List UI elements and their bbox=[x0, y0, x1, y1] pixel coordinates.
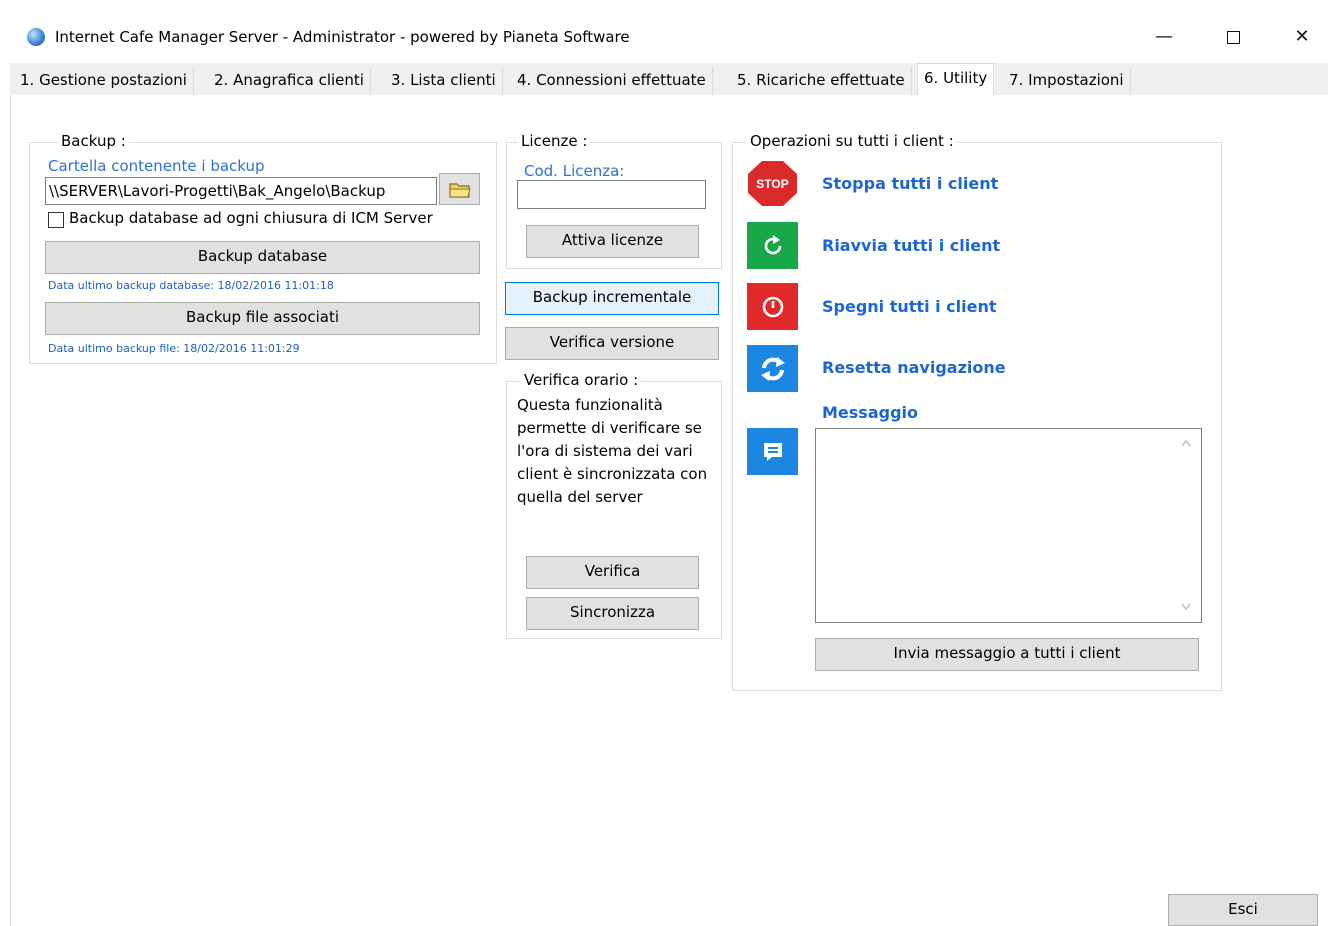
refresh-icon[interactable] bbox=[747, 345, 798, 392]
power-icon[interactable] bbox=[747, 283, 798, 330]
scroll-up-icon bbox=[1181, 439, 1191, 447]
message-scrollbar[interactable] bbox=[1174, 430, 1198, 621]
tab-anagrafica-clienti[interactable]: 2. Anagrafica clienti bbox=[208, 67, 371, 95]
stop-all-clients-link[interactable]: Stoppa tutti i client bbox=[822, 174, 998, 193]
stop-icon-text: STOP bbox=[756, 177, 788, 191]
verifica-orario-title: Verifica orario : bbox=[521, 371, 642, 389]
last-file-backup-text: Data ultimo backup file: 18/02/2016 11:0… bbox=[48, 342, 300, 355]
message-icon bbox=[747, 428, 798, 475]
tab-ricariche-effettuate[interactable]: 5. Ricariche effettuate bbox=[731, 67, 912, 95]
minimize-button[interactable]: — bbox=[1144, 20, 1184, 54]
tab-gestione-postazioni[interactable]: 1. Gestione postazioni bbox=[14, 67, 194, 95]
backup-database-button[interactable]: Backup database bbox=[45, 241, 480, 274]
incremental-backup-button[interactable]: Backup incrementale bbox=[505, 282, 719, 315]
restart-all-clients-link[interactable]: Riavvia tutti i client bbox=[822, 236, 1000, 255]
license-code-input[interactable] bbox=[517, 180, 706, 209]
backup-folder-label: Cartella contenente i backup bbox=[48, 157, 265, 175]
shutdown-all-clients-link[interactable]: Spegni tutti i client bbox=[822, 297, 997, 316]
maximize-icon bbox=[1226, 30, 1240, 44]
verifica-orario-description: Questa funzionalità permette di verifica… bbox=[517, 394, 722, 509]
tab-strip: 1. Gestione postazioni 2. Anagrafica cli… bbox=[10, 63, 1328, 95]
description-line: quella del server bbox=[517, 488, 643, 506]
backup-on-close-checkbox[interactable] bbox=[48, 212, 64, 228]
browse-folder-button[interactable] bbox=[439, 173, 480, 205]
description-line: client è sincronizzata con bbox=[517, 465, 708, 483]
backup-files-button[interactable]: Backup file associati bbox=[45, 302, 480, 335]
restart-icon[interactable] bbox=[747, 222, 798, 269]
verify-time-button[interactable]: Verifica bbox=[526, 556, 699, 589]
maximize-button[interactable] bbox=[1213, 20, 1253, 54]
folder-icon bbox=[448, 182, 471, 198]
title-bar: Internet Cafe Manager Server - Administr… bbox=[0, 0, 1328, 64]
send-message-button[interactable]: Invia messaggio a tutti i client bbox=[815, 638, 1199, 671]
operazioni-group-title: Operazioni su tutti i client : bbox=[747, 132, 957, 150]
tab-impostazioni[interactable]: 7. Impostazioni bbox=[1003, 67, 1131, 95]
verify-version-button[interactable]: Verifica versione bbox=[505, 327, 719, 360]
activate-license-button[interactable]: Attiva licenze bbox=[526, 225, 699, 258]
backup-on-close-label: Backup database ad ogni chiusura di ICM … bbox=[69, 209, 433, 227]
licenze-group-title: Licenze : bbox=[518, 132, 591, 150]
exit-button[interactable]: Esci bbox=[1168, 894, 1318, 926]
message-label: Messaggio bbox=[822, 403, 918, 422]
sync-time-button[interactable]: Sincronizza bbox=[526, 597, 699, 630]
stop-icon[interactable]: STOP bbox=[747, 160, 798, 207]
tab-lista-clienti[interactable]: 3. Lista clienti bbox=[385, 67, 503, 95]
last-db-backup-text: Data ultimo backup database: 18/02/2016 … bbox=[48, 279, 334, 292]
message-textarea[interactable] bbox=[815, 428, 1202, 623]
description-line: l'ora di sistema dei vari bbox=[517, 442, 693, 460]
backup-group-title: Backup : bbox=[58, 132, 129, 150]
window-title: Internet Cafe Manager Server - Administr… bbox=[55, 28, 630, 46]
scroll-down-icon bbox=[1181, 603, 1191, 611]
app-globe-icon bbox=[27, 28, 45, 46]
reset-navigation-link[interactable]: Resetta navigazione bbox=[822, 358, 1006, 377]
tab-connessioni-effettuate[interactable]: 4. Connessioni effettuate bbox=[511, 67, 713, 95]
description-line: permette di verificare se bbox=[517, 419, 702, 437]
tab-utility[interactable]: 6. Utility bbox=[917, 63, 995, 95]
backup-folder-input[interactable]: \\SERVER\Lavori-Progetti\Bak_Angelo\Back… bbox=[45, 177, 437, 205]
description-line: Questa funzionalità bbox=[517, 396, 663, 414]
close-button[interactable]: ✕ bbox=[1282, 20, 1322, 54]
license-code-label: Cod. Licenza: bbox=[524, 162, 625, 180]
